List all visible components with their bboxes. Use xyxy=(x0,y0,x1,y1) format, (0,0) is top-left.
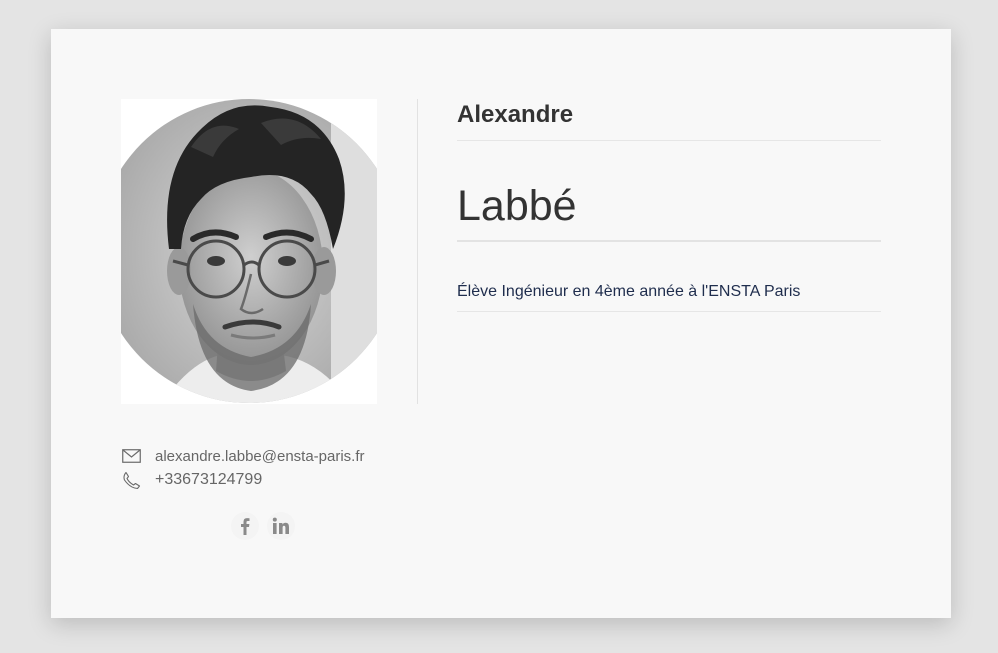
email-row[interactable]: alexandre.labbe@ensta-paris.fr xyxy=(121,446,365,466)
phone-row[interactable]: +33673124799 xyxy=(121,470,262,490)
divider xyxy=(457,140,881,141)
divider xyxy=(457,240,881,242)
profile-photo xyxy=(121,99,377,404)
social-links xyxy=(231,512,295,540)
phone-icon xyxy=(121,470,141,490)
job-title: Élève Ingénieur en 4ème année à l'ENSTA … xyxy=(457,283,801,300)
portrait-image xyxy=(121,99,377,403)
last-name: Labbé xyxy=(457,182,577,230)
divider xyxy=(457,311,881,312)
linkedin-icon xyxy=(272,517,289,534)
facebook-button[interactable] xyxy=(231,512,259,540)
linkedin-button[interactable] xyxy=(267,512,295,540)
envelope-icon xyxy=(121,446,141,466)
phone-link[interactable]: +33673124799 xyxy=(155,471,262,489)
profile-card: Alexandre Labbé Élève Ingénieur en 4ème … xyxy=(51,29,951,618)
first-name: Alexandre xyxy=(457,101,574,128)
email-link[interactable]: alexandre.labbe@ensta-paris.fr xyxy=(155,448,365,465)
facebook-icon xyxy=(241,518,250,535)
vertical-divider xyxy=(417,99,418,404)
